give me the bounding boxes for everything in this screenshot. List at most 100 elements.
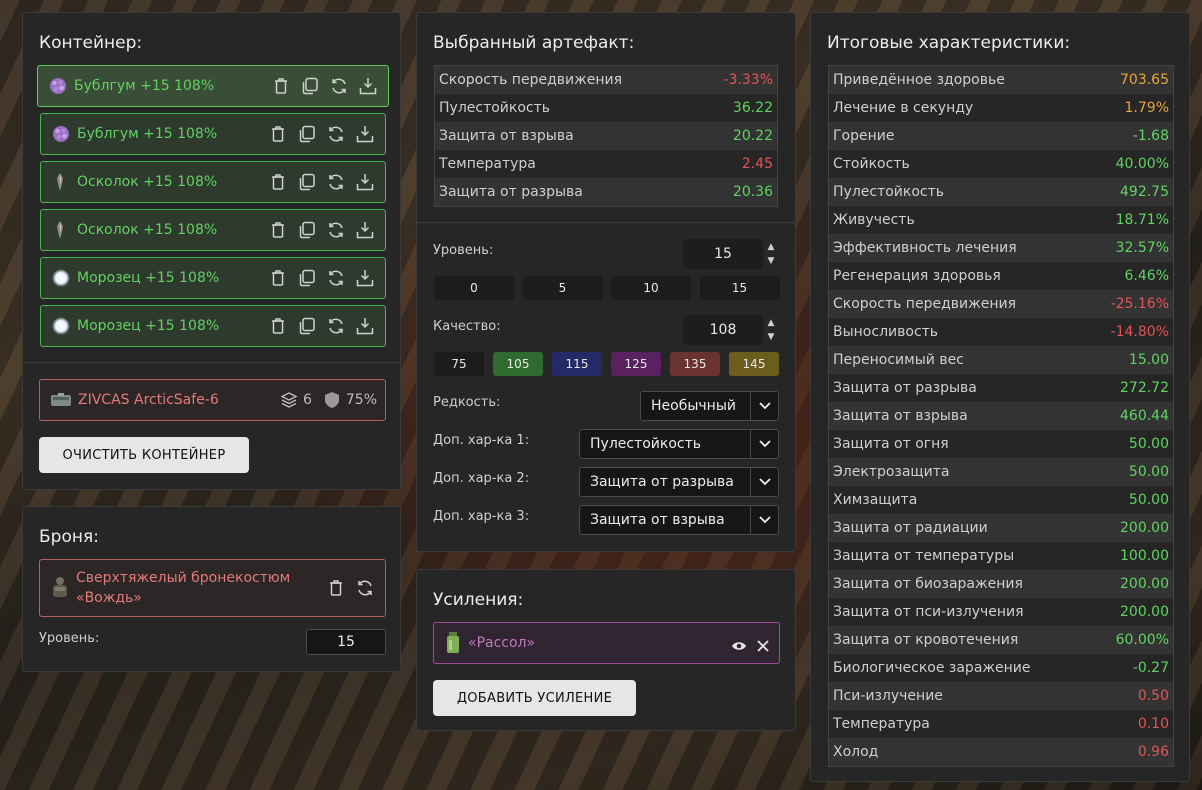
stat-name: Пулестойкость [439, 100, 551, 116]
stat-name: Скорость передвижения [439, 72, 622, 88]
trash-icon[interactable] [268, 220, 288, 240]
stat-value: 200.00 [1120, 604, 1169, 620]
quality-preset-button[interactable]: 75 [434, 352, 484, 376]
swap-icon[interactable] [326, 172, 346, 192]
quality-preset-button[interactable]: 105 [493, 352, 543, 376]
copy-icon[interactable] [297, 124, 317, 144]
stat-row: Защита от пси-излучения 200.00 [829, 598, 1173, 626]
stat-name: Химзащита [833, 492, 918, 508]
artifact-title: Выбранный артефакт: [433, 33, 635, 53]
stat-name: Приведённое здоровье [833, 72, 1005, 88]
level-preset-button[interactable]: 5 [522, 276, 603, 300]
extra1-select[interactable]: Пулестойкость [579, 429, 779, 459]
container-case-row[interactable]: ZIVCAS ArcticSafe-6 6 75% [39, 379, 386, 421]
eye-icon[interactable] [731, 637, 747, 650]
extra2-select[interactable]: Защита от разрыва [579, 467, 779, 497]
trash-icon[interactable] [268, 316, 288, 336]
download-icon[interactable] [358, 76, 378, 96]
download-icon[interactable] [355, 220, 375, 240]
stat-row: Защита от взрыва 20.22 [435, 122, 777, 150]
quality-preset-button[interactable]: 115 [552, 352, 602, 376]
trash-icon[interactable] [271, 76, 291, 96]
container-item-label: Морозец +15 108% [77, 270, 220, 286]
stat-value: 15.00 [1128, 352, 1169, 368]
container-item[interactable]: Морозец +15 108% [40, 257, 386, 299]
clear-container-button[interactable]: ОЧИСТИТЬ КОНТЕЙНЕР [39, 437, 249, 473]
armor-panel: Броня: Сверхтяжелый бронекостюм «Вождь» … [22, 506, 401, 672]
chevron-down-icon[interactable] [750, 392, 778, 420]
armor-level-input[interactable]: 15 [306, 629, 386, 655]
quality-preset-button[interactable]: 125 [611, 352, 661, 376]
stat-name: Защита от радиации [833, 520, 988, 536]
quality-down-icon[interactable]: ▼ [765, 331, 777, 343]
chevron-down-icon[interactable] [750, 468, 778, 496]
trash-icon[interactable] [268, 268, 288, 288]
stat-name: Защита от разрыва [833, 380, 977, 396]
quality-preset-button[interactable]: 135 [670, 352, 720, 376]
level-preset-button[interactable]: 10 [611, 276, 691, 300]
stat-row: Горение -1.68 [829, 122, 1173, 150]
stat-row: Защита от радиации 200.00 [829, 514, 1173, 542]
trash-icon[interactable] [268, 172, 288, 192]
rarity-select[interactable]: Необычный [640, 391, 779, 421]
stat-value: -14.80% [1110, 324, 1169, 340]
stat-name: Стойкость [833, 156, 910, 172]
container-item[interactable]: Бублгум +15 108% [40, 113, 386, 155]
download-icon[interactable] [355, 124, 375, 144]
copy-icon[interactable] [297, 220, 317, 240]
container-item-label: Морозец +15 108% [77, 318, 220, 334]
extra1-value: Пулестойкость [590, 436, 702, 452]
extra2-value: Защита от разрыва [590, 474, 734, 490]
quality-preset-button[interactable]: 145 [729, 352, 779, 376]
stat-name: Эффективность лечения [833, 240, 1017, 256]
stat-value: -1.68 [1132, 128, 1169, 144]
level-input[interactable]: 15 [683, 239, 763, 269]
level-down-icon[interactable]: ▼ [765, 255, 777, 267]
artifact-divider [417, 222, 795, 223]
stat-value: 36.22 [732, 100, 773, 116]
swap-icon[interactable] [326, 124, 346, 144]
container-item[interactable]: Осколок +15 108% [40, 161, 386, 203]
stat-name: Живучесть [833, 212, 915, 228]
swap-icon[interactable] [326, 316, 346, 336]
stat-name: Пси-излучение [833, 688, 943, 704]
level-preset-button[interactable]: 0 [434, 276, 514, 300]
chevron-down-icon[interactable] [750, 506, 778, 534]
trash-icon[interactable] [268, 124, 288, 144]
chevron-down-icon[interactable] [750, 430, 778, 458]
copy-icon[interactable] [300, 76, 320, 96]
stat-row: Защита от разрыва 272.72 [829, 374, 1173, 402]
stat-name: Переносимый вес [833, 352, 964, 368]
swap-icon[interactable] [329, 76, 349, 96]
swap-icon[interactable] [326, 268, 346, 288]
stat-name: Защита от кровотечения [833, 632, 1019, 648]
case-slots: 6 [302, 392, 312, 408]
armor-row[interactable]: Сверхтяжелый бронекостюм «Вождь» [39, 559, 386, 617]
copy-icon[interactable] [297, 268, 317, 288]
swap-icon[interactable] [326, 220, 346, 240]
boost-item[interactable]: «Рассол» [433, 622, 780, 664]
level-up-icon[interactable]: ▲ [765, 241, 777, 253]
copy-icon[interactable] [297, 316, 317, 336]
shard-icon [51, 172, 71, 192]
quality-input[interactable]: 108 [683, 315, 763, 345]
quality-up-icon[interactable]: ▲ [765, 317, 777, 329]
container-item[interactable]: Осколок +15 108% [40, 209, 386, 251]
swap-icon[interactable] [355, 578, 375, 598]
close-icon[interactable] [757, 637, 769, 652]
download-icon[interactable] [355, 316, 375, 336]
copy-icon[interactable] [297, 172, 317, 192]
container-item-label: Осколок +15 108% [77, 222, 218, 238]
container-item[interactable]: Бублгум +15 108% [37, 65, 389, 107]
container-item[interactable]: Морозец +15 108% [40, 305, 386, 347]
download-icon[interactable] [355, 268, 375, 288]
artifact-panel: Выбранный артефакт: Скорость передвижени… [416, 12, 796, 552]
level-preset-button[interactable]: 15 [699, 276, 780, 300]
extra3-select[interactable]: Защита от взрыва [579, 505, 779, 535]
trash-icon[interactable] [326, 578, 346, 598]
download-icon[interactable] [355, 172, 375, 192]
boosts-panel: Усиления: «Рассол» ДОБАВИТЬ УСИЛЕНИЕ [416, 569, 796, 731]
add-boost-button[interactable]: ДОБАВИТЬ УСИЛЕНИЕ [433, 680, 636, 716]
stat-value: 20.36 [732, 184, 773, 200]
totals-title: Итоговые характеристики: [827, 33, 1071, 53]
